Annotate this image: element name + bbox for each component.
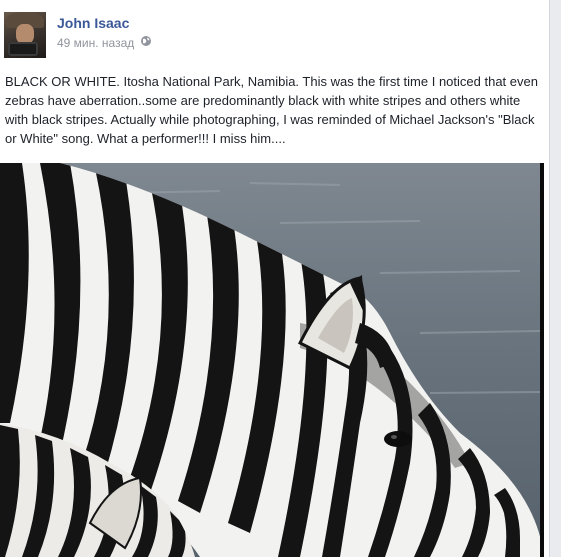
- avatar-face: [16, 24, 34, 44]
- photo-right-border: [544, 163, 549, 557]
- post-text: BLACK OR WHITE. Itosha National Park, Na…: [5, 74, 538, 146]
- zebra-eye: [384, 431, 412, 447]
- author-avatar[interactable]: [4, 12, 46, 58]
- zebra-eye-highlight: [391, 435, 397, 439]
- avatar-camera: [8, 42, 38, 56]
- news-feed-post: John Isaac 49 мин. назад BLACK OR WHITE.…: [0, 0, 550, 557]
- post-meta: 49 мин. назад: [57, 35, 152, 50]
- post-timestamp[interactable]: 49 мин. назад: [57, 36, 134, 50]
- author-name-link[interactable]: John Isaac: [57, 15, 129, 31]
- globe-icon[interactable]: [140, 35, 152, 50]
- post-header: John Isaac 49 мин. назад: [0, 8, 549, 58]
- post-photo[interactable]: [0, 163, 544, 557]
